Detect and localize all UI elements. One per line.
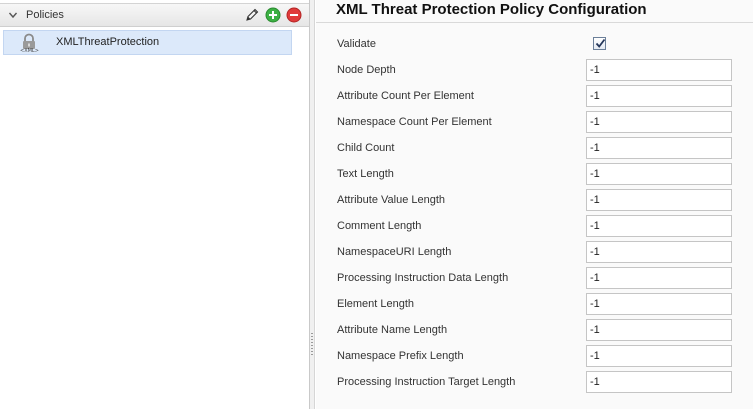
title-divider <box>316 22 753 23</box>
namespace-uri-length-input[interactable] <box>586 241 732 263</box>
namespace-uri-length-label: NamespaceURI Length <box>337 246 452 258</box>
pi-data-length-input[interactable] <box>586 267 732 289</box>
comment-length-label: Comment Length <box>337 220 422 232</box>
attribute-name-length-label: Attribute Name Length <box>337 324 448 336</box>
policies-header: Policies <box>0 3 309 27</box>
panel-splitter[interactable] <box>310 0 315 409</box>
namespace-prefix-length-input[interactable] <box>586 345 732 367</box>
node-depth-label: Node Depth <box>337 64 396 76</box>
text-length-label: Text Length <box>337 168 394 180</box>
comment-length-input[interactable] <box>586 215 732 237</box>
config-panel: XML Threat Protection Policy Configurati… <box>316 0 753 409</box>
namespace-prefix-length-label: Namespace Prefix Length <box>337 350 464 362</box>
pi-target-length-label: Processing Instruction Target Length <box>337 376 516 388</box>
element-length-label: Element Length <box>337 298 415 310</box>
remove-icon[interactable] <box>286 7 302 23</box>
element-length-input[interactable] <box>586 293 732 315</box>
attribute-value-length-input[interactable] <box>586 189 732 211</box>
splitter-grip[interactable] <box>311 333 313 357</box>
pencil-icon[interactable] <box>244 7 260 23</box>
child-count-input[interactable] <box>586 137 732 159</box>
chevron-down-icon[interactable] <box>9 11 17 19</box>
validate-label: Validate <box>337 38 376 50</box>
pi-data-length-label: Processing Instruction Data Length <box>337 272 509 284</box>
attribute-name-length-input[interactable] <box>586 319 732 341</box>
page-title: XML Threat Protection Policy Configurati… <box>336 1 647 18</box>
attribute-count-label: Attribute Count Per Element <box>337 90 474 102</box>
namespace-count-input[interactable] <box>586 111 732 133</box>
attribute-value-length-label: Attribute Value Length <box>337 194 446 206</box>
validate-checkbox[interactable] <box>593 37 606 50</box>
node-depth-input[interactable] <box>586 59 732 81</box>
add-icon[interactable] <box>265 7 281 23</box>
text-length-input[interactable] <box>586 163 732 185</box>
attribute-count-input[interactable] <box>586 85 732 107</box>
namespace-count-label: Namespace Count Per Element <box>337 116 492 128</box>
checkmark-icon <box>595 38 606 48</box>
xml-icon-tag: <XML> <box>20 48 39 54</box>
pi-target-length-input[interactable] <box>586 371 732 393</box>
policy-item-label: XMLThreatProtection <box>56 36 160 48</box>
child-count-label: Child Count <box>337 142 395 154</box>
policies-panel: Policies <XML> XMLThreatProtection <box>0 0 310 409</box>
policies-title: Policies <box>26 9 64 21</box>
policy-item-xmlthreatprotection[interactable]: <XML> XMLThreatProtection <box>3 30 292 55</box>
